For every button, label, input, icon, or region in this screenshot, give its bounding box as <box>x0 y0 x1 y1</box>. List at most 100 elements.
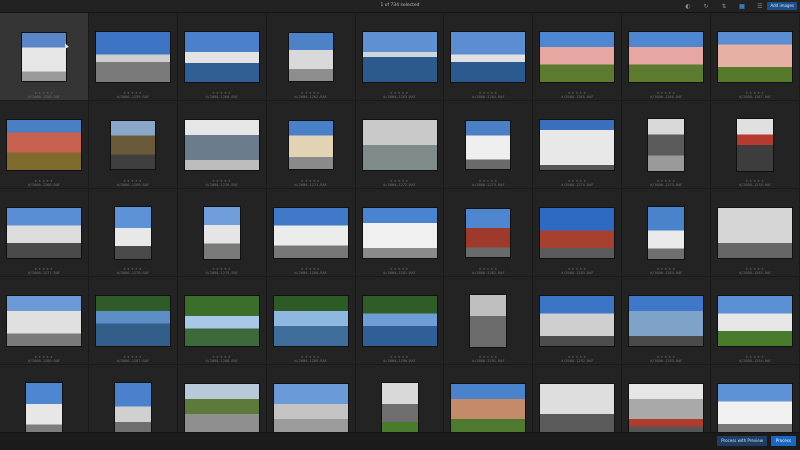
list-icon[interactable]: ☰ <box>756 2 764 10</box>
thumbnail-cell[interactable]: ★★★★★ d/2000-1265.RAF <box>533 13 623 101</box>
photo-thumbnail[interactable] <box>184 120 259 170</box>
file-name: d/2000-1282.RAF <box>472 271 505 275</box>
photo-thumbnail[interactable] <box>95 32 170 82</box>
thumbnail-cell[interactable]: ★★★★★ d/2000-1272.RAF <box>355 101 445 189</box>
thumbnail-cell[interactable]: ★★★★★ d/2000-1276.RAF <box>711 101 800 189</box>
thumbnail-cell[interactable]: ★★★★★ d/2000-1292.RAF <box>533 277 623 365</box>
thumbnail-cell[interactable]: ★★★★★ d/2000-1284.RAF <box>622 189 712 277</box>
photo-thumbnail[interactable] <box>381 383 418 433</box>
thumbnail-cell[interactable]: ★★★★★ d/2000-1282.RAF <box>444 189 534 277</box>
photo-thumbnail[interactable] <box>273 296 348 346</box>
photo-thumbnail[interactable] <box>451 32 526 82</box>
photo-thumbnail[interactable] <box>648 119 685 171</box>
photo-thumbnail[interactable] <box>648 207 685 259</box>
thumbnail-cell[interactable]: ★★★★★ d/2000-1274.RAF <box>533 101 623 189</box>
photo-thumbnail[interactable] <box>6 120 81 170</box>
thumbnail-cell[interactable]: ★★★★★ d/2000-1279.RAF <box>177 189 267 277</box>
photo-thumbnail[interactable] <box>95 296 170 346</box>
thumbnail-grid[interactable]: ★★★★★ d/2000-1258.RAF ★★★★★ d/2000-1259.RAF… <box>0 13 800 433</box>
photo-thumbnail[interactable] <box>273 208 348 258</box>
thumbnail-cell[interactable]: ★★★★★d/2000-1299.RAF <box>355 365 445 433</box>
photo-thumbnail[interactable] <box>540 208 615 258</box>
thumbnail-cell[interactable]: ★★★★★ d/2000-1278.RAF <box>88 189 178 277</box>
photo-thumbnail[interactable] <box>718 32 793 82</box>
photo-thumbnail[interactable] <box>203 207 240 259</box>
photo-thumbnail[interactable] <box>451 384 526 433</box>
photo-thumbnail[interactable] <box>273 384 348 433</box>
photo-thumbnail[interactable] <box>288 121 333 169</box>
photo-thumbnail[interactable] <box>466 121 511 169</box>
thumbnail-cell[interactable]: ★★★★★d/2000-1296.RAF <box>88 365 178 433</box>
photo-thumbnail[interactable] <box>718 296 793 346</box>
thumbnail-cell[interactable]: ★★★★★ d/2000-1293.RAF <box>622 277 712 365</box>
photo-thumbnail[interactable] <box>362 208 437 258</box>
photo-thumbnail[interactable] <box>737 119 774 171</box>
photo-thumbnail[interactable] <box>25 383 62 433</box>
photo-thumbnail[interactable] <box>184 296 259 346</box>
thumbnail-cell[interactable]: ★★★★★ d/2000-1280.RAF <box>266 189 356 277</box>
photo-thumbnail[interactable] <box>362 32 437 82</box>
thumbnail-cell[interactable]: ★★★★★ d/2000-1288.RAF <box>177 277 267 365</box>
thumbnail-cell[interactable]: ★★★★★ d/2000-1260.RAF <box>177 13 267 101</box>
photo-thumbnail[interactable] <box>540 32 615 82</box>
thumbnail-cell[interactable]: ★★★★★ d/2000-1271.RAF <box>266 101 356 189</box>
grid-icon[interactable]: ▦ <box>738 2 746 10</box>
thumbnail-cell[interactable]: ★★★★★ d/2000-1289.RAF <box>266 277 356 365</box>
add-images-button[interactable]: Add images <box>767 2 797 10</box>
thumbnail-cell[interactable]: ★★★★★ d/2000-1290.RAF <box>355 277 445 365</box>
photo-thumbnail[interactable] <box>540 384 615 433</box>
photo-thumbnail[interactable] <box>466 209 511 257</box>
thumbnail-cell[interactable]: ★★★★★ d/2000-1262.RAF <box>266 13 356 101</box>
photo-thumbnail[interactable] <box>718 384 793 433</box>
thumbnail-cell[interactable]: ★★★★★ d/2000-1285.RAF <box>711 189 800 277</box>
photo-thumbnail[interactable] <box>6 208 81 258</box>
photo-thumbnail[interactable] <box>470 295 507 347</box>
thumbnail-cell[interactable]: ★★★★★ d/2000-1268.RAF <box>0 101 89 189</box>
thumbnail-cell[interactable]: ★★★★★d/2000-1295.RAF <box>0 365 89 433</box>
photo-thumbnail[interactable] <box>362 120 437 170</box>
thumbnail-cell[interactable]: ★★★★★ d/2000-1270.RAF <box>177 101 267 189</box>
thumbnail-cell[interactable]: ★★★★★ d/2000-1287.RAF <box>88 277 178 365</box>
photo-thumbnail[interactable] <box>718 208 793 258</box>
photo-thumbnail[interactable] <box>540 120 615 170</box>
photo-thumbnail[interactable] <box>6 296 81 346</box>
thumbnail-cell[interactable]: ★★★★★ d/2000-1277.RAF <box>0 189 89 277</box>
thumbnail-cell[interactable]: ★★★★★ d/2000-1275.RAF <box>622 101 712 189</box>
thumbnail-cell[interactable]: ★★★★★d/2000-1297.RAF <box>177 365 267 433</box>
thumbnail-cell[interactable]: ★★★★★ d/2000-1264.RAF <box>444 13 534 101</box>
process-button[interactable]: Process <box>770 436 796 446</box>
thumbnail-cell[interactable]: ★★★★★ d/2000-1259.RAF <box>88 13 178 101</box>
photo-thumbnail[interactable] <box>629 384 704 433</box>
thumbnail-cell[interactable]: ★★★★★ d/2000-1267.RAF <box>711 13 800 101</box>
thumbnail-cell[interactable]: ★★★★★ d/2000-1266.RAF <box>622 13 712 101</box>
photo-thumbnail[interactable] <box>629 296 704 346</box>
photo-thumbnail[interactable] <box>184 384 259 433</box>
thumbnail-cell[interactable]: ★★★★★ d/2000-1263.RAF <box>355 13 445 101</box>
photo-thumbnail[interactable] <box>629 32 704 82</box>
thumbnail-cell[interactable]: ★★★★★d/2000-1302.RAF <box>622 365 712 433</box>
photo-thumbnail[interactable] <box>21 33 66 81</box>
photo-thumbnail[interactable] <box>114 207 151 259</box>
photo-thumbnail[interactable] <box>110 121 155 169</box>
thumbnail-cell[interactable]: ★★★★★ d/2000-1291.RAF <box>444 277 534 365</box>
process-with-preview-button[interactable]: Process with Preview <box>717 436 767 446</box>
photo-thumbnail[interactable] <box>184 32 259 82</box>
sort-icon[interactable]: ⇅ <box>720 2 728 10</box>
filter-icon[interactable]: ◐ <box>684 2 692 10</box>
photo-thumbnail[interactable] <box>114 383 151 433</box>
photo-thumbnail[interactable] <box>288 33 333 81</box>
thumbnail-cell[interactable]: ★★★★★d/2000-1303.RAF <box>711 365 800 433</box>
thumbnail-cell[interactable]: ★★★★★ d/2000-1273.RAF <box>444 101 534 189</box>
photo-thumbnail[interactable] <box>362 296 437 346</box>
thumbnail-cell[interactable]: ★★★★★ d/2000-1281.RAF <box>355 189 445 277</box>
rotate-icon[interactable]: ↻ <box>702 2 710 10</box>
thumbnail-cell[interactable]: ★★★★★ d/2000-1294.RAF <box>711 277 800 365</box>
thumbnail-cell[interactable]: ★★★★★ d/2000-1286.RAF <box>0 277 89 365</box>
thumbnail-cell[interactable]: ★★★★★d/2000-1301.RAF <box>533 365 623 433</box>
thumbnail-cell[interactable]: ★★★★★ d/2000-1269.RAF <box>88 101 178 189</box>
thumbnail-cell[interactable]: ★★★★★ d/2000-1258.RAF <box>0 13 89 101</box>
thumbnail-cell[interactable]: ★★★★★d/2000-1300.RAF <box>444 365 534 433</box>
photo-thumbnail[interactable] <box>540 296 615 346</box>
thumbnail-cell[interactable]: ★★★★★ d/2000-1283.RAF <box>533 189 623 277</box>
thumbnail-cell[interactable]: ★★★★★d/2000-1298.RAF <box>266 365 356 433</box>
